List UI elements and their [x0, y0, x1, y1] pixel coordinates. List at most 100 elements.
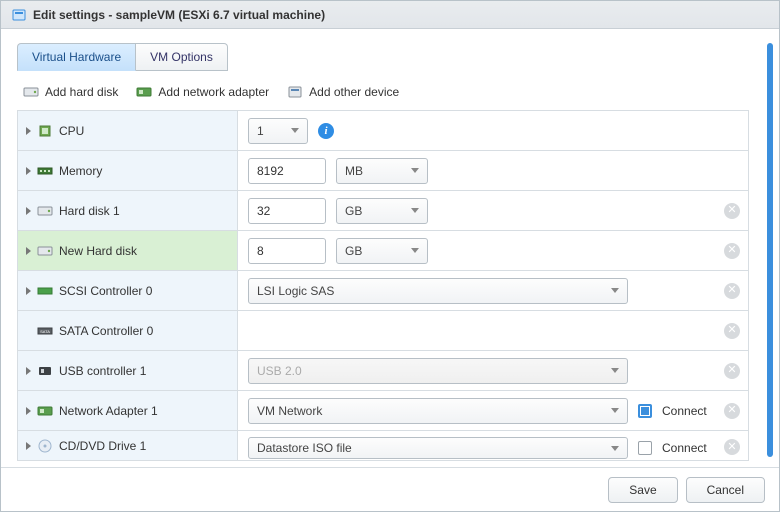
newhdd-unit-select[interactable]: GB: [336, 238, 428, 264]
cd1-source-value: Datastore ISO file: [257, 441, 352, 455]
remove-icon[interactable]: ✕: [724, 203, 740, 219]
remove-icon[interactable]: ✕: [724, 243, 740, 259]
chevron-down-icon: [291, 128, 299, 133]
dialog-footer: Save Cancel: [1, 467, 779, 511]
remove-icon[interactable]: ✕: [724, 323, 740, 339]
scsi0-type-select[interactable]: LSI Logic SAS: [248, 278, 628, 304]
expand-icon[interactable]: [26, 207, 31, 215]
cd1-label: CD/DVD Drive 1: [59, 439, 146, 453]
tab-vm-options[interactable]: VM Options: [136, 43, 228, 71]
row-sata-controller-0: SATA SATA Controller 0 ✕: [18, 311, 748, 351]
cpu-icon: [37, 123, 53, 139]
chevron-down-icon: [611, 408, 619, 413]
sata0-label: SATA Controller 0: [59, 324, 153, 338]
scrollbar[interactable]: [767, 43, 773, 457]
cancel-button[interactable]: Cancel: [686, 477, 765, 503]
dialog-title: Edit settings - sampleVM (ESXi 6.7 virtu…: [33, 8, 325, 22]
memory-input[interactable]: [248, 158, 326, 184]
cpu-label: CPU: [59, 124, 84, 138]
newhdd-label: New Hard disk: [59, 244, 137, 258]
cd1-connect-checkbox[interactable]: [638, 441, 652, 455]
hdd1-unit-select[interactable]: GB: [336, 198, 428, 224]
row-hdd1-label-cell: Hard disk 1: [18, 191, 238, 230]
row-cd1-value-cell: Datastore ISO file Connect ✕: [238, 431, 748, 460]
row-scsi0-label-cell: SCSI Controller 0: [18, 271, 238, 310]
scsi-icon: [37, 283, 53, 299]
remove-icon[interactable]: ✕: [724, 403, 740, 419]
expand-icon[interactable]: [26, 407, 31, 415]
chevron-down-icon: [411, 248, 419, 253]
chevron-down-icon: [611, 288, 619, 293]
newhdd-size-input[interactable]: [248, 238, 326, 264]
usb-icon: [37, 363, 53, 379]
row-cd1-label-cell: CD/DVD Drive 1: [18, 431, 238, 460]
row-memory-label-cell: Memory: [18, 151, 238, 190]
row-network-adapter-1: Network Adapter 1 VM Network Connect ✕: [18, 391, 748, 431]
usb1-type-value: USB 2.0: [257, 364, 302, 378]
cd1-source-select[interactable]: Datastore ISO file: [248, 437, 628, 459]
add-network-adapter-button[interactable]: Add network adapter: [136, 84, 269, 100]
scsi0-label: SCSI Controller 0: [59, 284, 152, 298]
cpu-count-value: 1: [257, 124, 264, 138]
chevron-down-icon: [611, 446, 619, 451]
row-cpu: CPU 1 i: [18, 111, 748, 151]
row-new-hard-disk: New Hard disk GB ✕: [18, 231, 748, 271]
row-usb1-label-cell: USB controller 1: [18, 351, 238, 390]
memory-unit-select[interactable]: MB: [336, 158, 428, 184]
save-button[interactable]: Save: [608, 477, 677, 503]
hdd1-size-input[interactable]: [248, 198, 326, 224]
cd1-connect-label: Connect: [662, 441, 707, 455]
expand-icon[interactable]: [26, 442, 31, 450]
disc-icon: [37, 438, 53, 454]
expand-icon[interactable]: [26, 167, 31, 175]
cpu-count-select[interactable]: 1: [248, 118, 308, 144]
add-other-device-button[interactable]: Add other device: [287, 84, 399, 100]
chevron-down-icon: [411, 168, 419, 173]
hdd1-unit-value: GB: [345, 204, 362, 218]
net1-connect-label: Connect: [662, 404, 707, 418]
row-sata0-label-cell: SATA SATA Controller 0: [18, 311, 238, 350]
hard-disk-icon: [23, 84, 39, 100]
dialog-content: Virtual Hardware VM Options Add hard dis…: [1, 29, 779, 467]
svg-text:SATA: SATA: [40, 329, 50, 334]
row-hdd1-value-cell: GB ✕: [238, 191, 748, 230]
chevron-down-icon: [411, 208, 419, 213]
network-adapter-icon: [37, 403, 53, 419]
net1-network-value: VM Network: [257, 404, 322, 418]
tabs: Virtual Hardware VM Options: [17, 43, 763, 70]
scsi0-type-value: LSI Logic SAS: [257, 284, 334, 298]
remove-icon[interactable]: ✕: [724, 363, 740, 379]
row-cpu-value-cell: 1 i: [238, 111, 748, 150]
net1-network-select[interactable]: VM Network: [248, 398, 628, 424]
row-hard-disk-1: Hard disk 1 GB ✕: [18, 191, 748, 231]
net1-connect-checkbox[interactable]: [638, 404, 652, 418]
info-icon[interactable]: i: [318, 123, 334, 139]
net1-label: Network Adapter 1: [59, 404, 158, 418]
memory-label: Memory: [59, 164, 102, 178]
tab-virtual-hardware[interactable]: Virtual Hardware: [17, 43, 136, 71]
row-usb1-value-cell: USB 2.0 ✕: [238, 351, 748, 390]
settings-icon: [11, 7, 27, 23]
expand-icon[interactable]: [26, 127, 31, 135]
row-scsi-controller-0: SCSI Controller 0 LSI Logic SAS ✕: [18, 271, 748, 311]
row-net1-value-cell: VM Network Connect ✕: [238, 391, 748, 430]
other-device-icon: [287, 84, 303, 100]
remove-icon[interactable]: ✕: [724, 439, 740, 455]
row-sata0-value-cell: ✕: [238, 311, 748, 350]
remove-icon[interactable]: ✕: [724, 283, 740, 299]
expand-icon[interactable]: [26, 367, 31, 375]
sata-icon: SATA: [37, 323, 53, 339]
network-adapter-icon: [136, 84, 152, 100]
expand-icon[interactable]: [26, 247, 31, 255]
add-hard-disk-label: Add hard disk: [45, 85, 118, 99]
newhdd-unit-value: GB: [345, 244, 362, 258]
add-hard-disk-button[interactable]: Add hard disk: [23, 84, 118, 100]
hard-disk-icon: [37, 243, 53, 259]
row-newhdd-value-cell: GB ✕: [238, 231, 748, 270]
expand-icon[interactable]: [26, 287, 31, 295]
add-other-device-label: Add other device: [309, 85, 399, 99]
row-newhdd-label-cell: New Hard disk: [18, 231, 238, 270]
memory-unit-value: MB: [345, 164, 363, 178]
add-network-adapter-label: Add network adapter: [158, 85, 269, 99]
expand-placeholder: [26, 327, 31, 335]
